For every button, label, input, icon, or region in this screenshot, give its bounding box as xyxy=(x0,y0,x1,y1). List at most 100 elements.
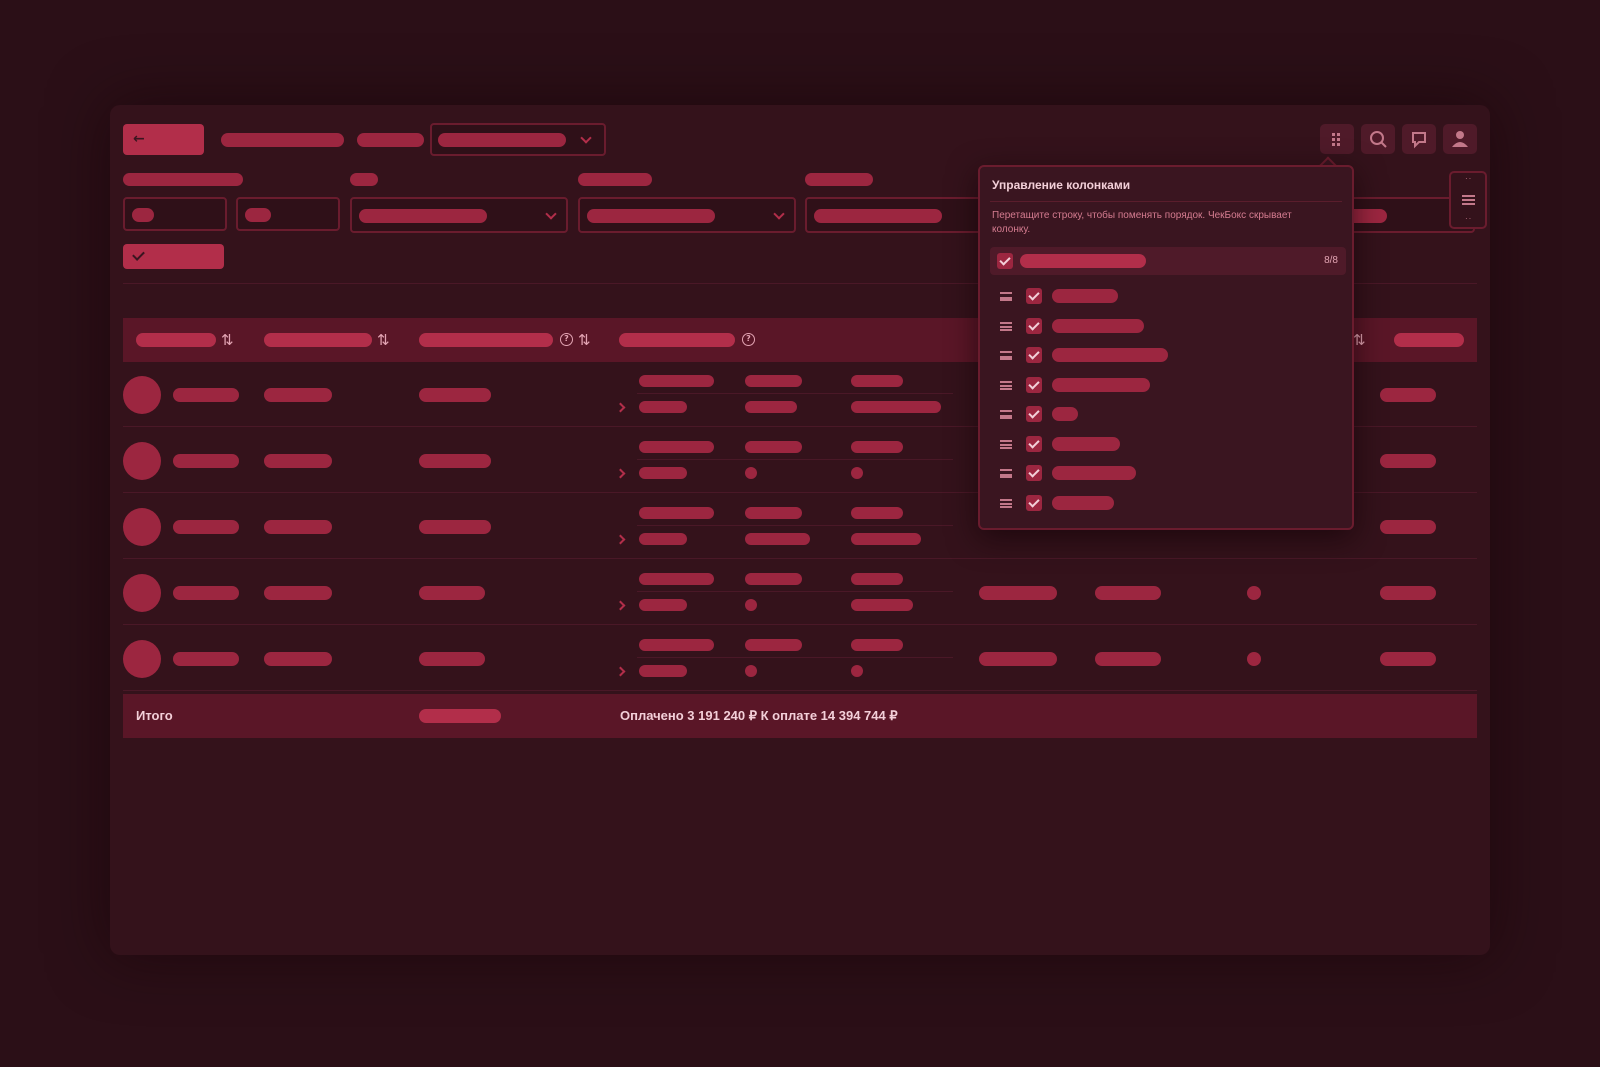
column-item[interactable] xyxy=(980,346,1350,370)
period-select[interactable] xyxy=(430,123,606,156)
sort-icon[interactable]: ⇅ xyxy=(1353,332,1366,348)
cell-placeholder xyxy=(745,573,802,585)
cell-placeholder xyxy=(1380,520,1436,534)
cell-placeholder xyxy=(1095,586,1161,600)
period-select-value xyxy=(438,133,566,147)
drag-handle-icon[interactable] xyxy=(1000,410,1012,419)
column-name-placeholder xyxy=(1052,466,1136,480)
cell-placeholder xyxy=(745,665,757,677)
help-icon[interactable]: ? xyxy=(742,333,755,346)
cell-placeholder xyxy=(639,507,714,519)
drag-handle-icon[interactable] xyxy=(1000,380,1012,390)
menu-icon xyxy=(1462,195,1475,205)
row-subdivider xyxy=(637,393,953,394)
cell-placeholder xyxy=(1380,652,1436,666)
apply-filters-button[interactable] xyxy=(123,244,224,269)
column-item[interactable] xyxy=(980,376,1350,400)
column-checkbox[interactable] xyxy=(1026,317,1042,334)
select-value xyxy=(814,209,942,223)
table-settings-toggle[interactable]: ·· ·· xyxy=(1449,171,1487,229)
profile-button[interactable] xyxy=(1443,124,1477,154)
filter-select[interactable] xyxy=(578,197,796,233)
chevron-down-icon xyxy=(773,208,785,220)
notifications-button[interactable] xyxy=(1402,124,1436,154)
column-item[interactable] xyxy=(980,287,1350,311)
cell-placeholder xyxy=(1380,454,1436,468)
input-value xyxy=(132,208,154,222)
column-item[interactable] xyxy=(980,464,1350,488)
row-divider xyxy=(123,624,1477,625)
grid-button[interactable] xyxy=(1320,124,1354,154)
select-all-checkbox[interactable] xyxy=(997,253,1013,269)
row-avatar xyxy=(123,574,161,612)
search-button[interactable] xyxy=(1361,124,1395,154)
cell-placeholder xyxy=(745,639,802,651)
cell-placeholder xyxy=(173,454,239,468)
column-checkbox[interactable] xyxy=(1026,465,1042,481)
drag-handle-icon[interactable] xyxy=(1000,439,1012,449)
cell-placeholder xyxy=(851,533,921,545)
cell-placeholder xyxy=(173,388,239,402)
cell-placeholder xyxy=(639,401,687,413)
cell-placeholder xyxy=(745,375,802,387)
filter-input-from[interactable] xyxy=(123,197,227,231)
drag-handle-icon[interactable] xyxy=(1000,498,1012,508)
cell-placeholder xyxy=(419,454,491,468)
column-checkbox[interactable] xyxy=(1026,494,1042,511)
column-checkbox[interactable] xyxy=(1026,376,1042,393)
cell-placeholder xyxy=(1380,388,1436,402)
help-icon[interactable]: ? xyxy=(560,333,573,346)
cell-placeholder xyxy=(851,507,903,519)
column-checkbox[interactable] xyxy=(1026,347,1042,363)
cell-placeholder xyxy=(419,652,485,666)
cell-placeholder xyxy=(264,586,332,600)
cell-placeholder xyxy=(1095,652,1161,666)
column-checkbox[interactable] xyxy=(1026,406,1042,422)
cell-placeholder xyxy=(264,520,332,534)
cell-placeholder xyxy=(1380,586,1436,600)
column-count: 8/8 xyxy=(1324,255,1338,266)
grid-icon xyxy=(1332,133,1340,146)
arrow-left-icon: ← xyxy=(133,131,145,147)
cell-placeholder xyxy=(264,388,332,402)
filter-select[interactable] xyxy=(350,197,568,233)
select-value xyxy=(587,209,715,223)
search-icon xyxy=(1370,131,1387,148)
back-button[interactable]: ← xyxy=(123,124,204,155)
drag-handle-icon[interactable] xyxy=(1000,321,1012,331)
column-manager-popup: Управление колонками Перетащите строку, … xyxy=(978,165,1354,530)
drag-handle-icon[interactable] xyxy=(1000,292,1012,301)
drag-handle-icon[interactable] xyxy=(1000,469,1012,478)
breadcrumb-title-placeholder xyxy=(221,133,344,147)
cell-placeholder xyxy=(639,533,687,545)
select-all-row[interactable]: 8/8 xyxy=(990,247,1346,275)
column-header-label xyxy=(619,333,735,347)
column-item[interactable] xyxy=(980,494,1350,518)
cell-placeholder xyxy=(173,586,239,600)
filter-label-placeholder xyxy=(578,173,652,186)
column-item[interactable] xyxy=(980,405,1350,429)
column-item[interactable] xyxy=(980,317,1350,341)
column-item[interactable] xyxy=(980,435,1350,459)
select-all-label xyxy=(1020,254,1146,268)
cell-placeholder xyxy=(745,467,757,479)
row-divider xyxy=(123,558,1477,559)
row-avatar xyxy=(123,442,161,480)
cell-placeholder xyxy=(639,639,714,651)
chevron-down-icon xyxy=(545,208,557,220)
sort-icon[interactable]: ⇅ xyxy=(221,332,234,348)
cell-placeholder xyxy=(419,586,485,600)
filter-input-to[interactable] xyxy=(236,197,340,231)
cell-placeholder xyxy=(419,388,491,402)
column-checkbox[interactable] xyxy=(1026,288,1042,304)
cell-placeholder xyxy=(745,401,797,413)
sort-icon[interactable]: ⇅ xyxy=(377,332,390,348)
column-checkbox[interactable] xyxy=(1026,435,1042,452)
sort-icon[interactable]: ⇅ xyxy=(578,332,591,348)
cell-placeholder xyxy=(851,573,903,585)
total-value-placeholder xyxy=(419,709,501,723)
row-avatar xyxy=(123,376,161,414)
cell-placeholder xyxy=(639,375,714,387)
drag-handle-icon[interactable] xyxy=(1000,351,1012,360)
column-name-placeholder xyxy=(1052,436,1120,451)
